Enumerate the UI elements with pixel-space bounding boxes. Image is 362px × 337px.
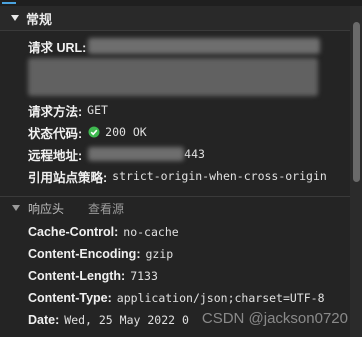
- redacted-url: [88, 38, 320, 54]
- header-value: gzip: [145, 247, 174, 261]
- remote-address-label: 远程地址:: [28, 148, 83, 163]
- active-tab-indicator: [2, 2, 16, 4]
- triangle-down-icon: [11, 15, 19, 21]
- triangle-down-icon: [12, 205, 20, 211]
- status-code-label: 状态代码:: [28, 126, 83, 141]
- remote-address-port: 443: [184, 147, 205, 161]
- header-row-content-type: Content-Type: application/json;charset=U…: [28, 289, 325, 307]
- status-ok-icon: [88, 126, 100, 138]
- header-value: no-cache: [123, 225, 179, 239]
- header-key: Cache-Control:: [28, 225, 119, 239]
- headers-panel: 常规 请求 URL: 请求方法: GET 状态代码: 200 OK 远程地址: …: [0, 6, 350, 337]
- request-method-label: 请求方法:: [28, 104, 83, 119]
- scrollbar-thumb[interactable]: [353, 22, 360, 182]
- referrer-policy-label: 引用站点策略:: [28, 170, 108, 185]
- request-method-value: GET: [87, 103, 108, 117]
- vertical-scrollbar[interactable]: [350, 6, 362, 337]
- general-section-title: 常规: [26, 11, 53, 27]
- remote-address-row: 远程地址: 443: [28, 145, 205, 163]
- header-key: Content-Length:: [28, 269, 126, 283]
- status-code-row: 状态代码: 200 OK: [28, 123, 147, 141]
- header-value: Wed, 25 May 2022 0: [64, 313, 189, 327]
- status-code-value: 200 OK: [105, 125, 147, 139]
- header-value: application/json;charset=UTF-8: [116, 291, 325, 305]
- referrer-policy-value: strict-origin-when-cross-origin: [112, 169, 327, 183]
- general-section-header[interactable]: 常规: [0, 6, 350, 31]
- view-source-link[interactable]: 查看源: [88, 200, 124, 217]
- response-headers-title: 响应头: [28, 201, 65, 216]
- header-row-date: Date: Wed, 25 May 2022 0: [28, 311, 189, 329]
- header-value: 7133: [130, 269, 158, 283]
- header-key: Content-Encoding:: [28, 247, 141, 261]
- header-key: Content-Type:: [28, 291, 112, 305]
- request-url-row: 请求 URL:: [28, 37, 86, 55]
- request-url-label: 请求 URL:: [28, 40, 87, 55]
- watermark: CSDN @jackson0720: [201, 310, 348, 327]
- redacted-remote-address: [88, 147, 185, 161]
- response-headers-header[interactable]: 响应头 查看源: [0, 196, 350, 219]
- referrer-policy-row: 引用站点策略: strict-origin-when-cross-origin: [28, 167, 327, 185]
- header-row-content-encoding: Content-Encoding: gzip: [28, 245, 173, 263]
- redacted-url-continued: [28, 58, 318, 96]
- header-row-cache-control: Cache-Control: no-cache: [28, 223, 179, 241]
- header-row-content-length: Content-Length: 7133: [28, 267, 158, 285]
- header-key: Date:: [28, 313, 60, 327]
- request-method-row: 请求方法: GET: [28, 101, 108, 119]
